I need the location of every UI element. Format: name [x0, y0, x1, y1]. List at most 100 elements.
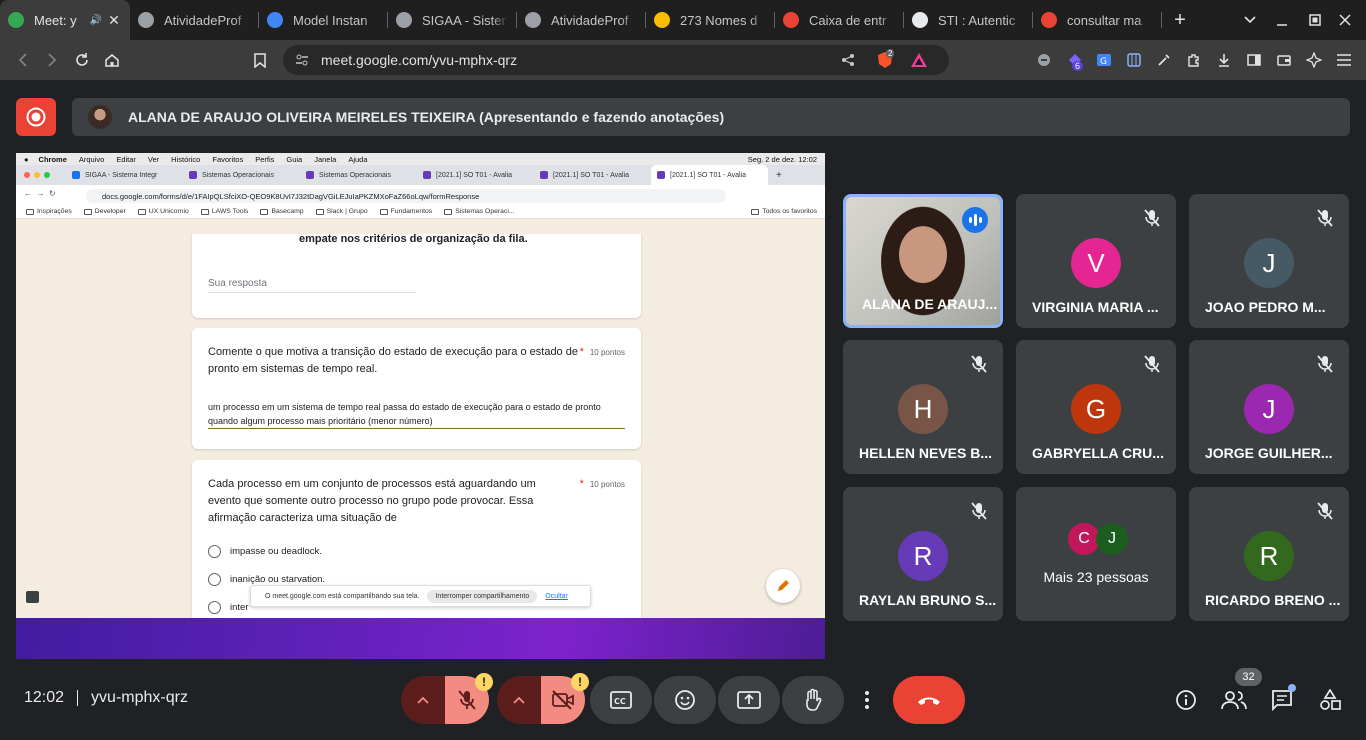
participant-tile[interactable]: R RICARDO BRENO ... [1189, 487, 1349, 621]
site-settings-icon[interactable] [295, 45, 309, 75]
participant-name: ALANA DE ARAUJ... [862, 296, 998, 312]
audio-playing-icon[interactable]: 🔊 [90, 15, 102, 26]
tab-search-icon[interactable] [1238, 0, 1262, 40]
close-tab-icon[interactable]: ✕ [106, 12, 122, 29]
folder-icon [26, 208, 34, 215]
present-screen-button[interactable] [718, 676, 780, 724]
stop-sharing-button[interactable]: Interromper compartilhamento [427, 589, 538, 603]
puzzle-icon[interactable] [1179, 45, 1209, 75]
browser-tab[interactable]: consultar ma [1033, 0, 1162, 40]
browser-tab[interactable]: Meet: y 🔊 ✕ [0, 0, 130, 40]
tab-title: SIGAA - Sister [422, 12, 506, 28]
new-tab-button[interactable]: + [1168, 0, 1192, 40]
mac-menu-item: Favoritos [212, 154, 244, 164]
recording-indicator[interactable] [16, 98, 56, 136]
meeting-details-icon[interactable] [1170, 684, 1202, 716]
browser-tab[interactable]: Caixa de entr [775, 0, 904, 40]
participant-tile[interactable]: H HELLEN NEVES B... [843, 340, 1003, 474]
mic-options-chevron-icon[interactable] [401, 676, 445, 724]
page-top-spacer [16, 219, 825, 234]
option-deadlock[interactable]: impasse ou deadlock. [208, 545, 325, 558]
maximize-button[interactable] [1303, 0, 1327, 40]
minimize-button[interactable] [1270, 0, 1294, 40]
reactions-button[interactable] [654, 676, 716, 724]
shared-tab-title: [2021.1] SO T01 - Avalia [670, 171, 747, 179]
radio-button[interactable] [208, 601, 221, 614]
grid-extension-icon[interactable] [1119, 45, 1149, 75]
back-icon[interactable] [8, 45, 38, 75]
folder-icon [379, 208, 388, 215]
chat-icon[interactable] [1266, 684, 1298, 716]
radio-button[interactable] [208, 573, 221, 586]
extension-icon[interactable] [1029, 45, 1059, 75]
participant-tile[interactable]: J JORGE GUILHER... [1189, 340, 1349, 474]
shared-tab: [2021.1] SO T01 - Avalia [651, 165, 768, 185]
share-icon[interactable] [841, 45, 855, 75]
mac-menu-item: Histórico [171, 154, 201, 164]
participant-tile[interactable]: V VIRGINIA MARIA ... [1016, 194, 1176, 328]
bookmark-label: Developer [94, 208, 126, 215]
sidebar-icon[interactable] [1239, 45, 1269, 75]
mic-warning-icon: ! [475, 673, 493, 691]
camera-options-chevron-icon[interactable] [497, 676, 541, 724]
shared-tab: Sistemas Operacionais [183, 165, 300, 185]
extension-purple-icon[interactable]: 6 [1060, 45, 1090, 75]
more-options-button[interactable] [852, 676, 882, 724]
close-window-button[interactable] [1333, 0, 1357, 40]
participant-tile[interactable]: J JOAO PEDRO M... [1189, 194, 1349, 328]
raise-hand-button[interactable] [782, 676, 844, 724]
activities-icon[interactable] [1314, 684, 1346, 716]
brave-shield-icon[interactable]: 2 [877, 45, 895, 75]
tab-title: AtividadeProf [164, 12, 242, 28]
bookmark-item: Slack | Grupo [315, 208, 368, 215]
download-icon[interactable] [1209, 45, 1239, 75]
radio-button[interactable] [208, 545, 221, 558]
participant-tile[interactable]: ALANA DE ARAUJ... [843, 194, 1003, 328]
browser-tab[interactable]: AtividadeProf [517, 0, 646, 40]
bookmark-icon[interactable] [245, 45, 275, 75]
address-bar[interactable]: meet.google.com/yvu-mphx-qrz 2 [283, 45, 949, 75]
annotate-pencil-icon[interactable] [766, 569, 800, 603]
eyedropper-icon[interactable] [1149, 45, 1179, 75]
participant-name: HELLEN NEVES B... [859, 445, 993, 461]
people-icon[interactable] [1218, 684, 1250, 716]
bookmark-item: UX Unicornio [137, 208, 189, 215]
bookmark-label: Inspirações [37, 208, 72, 215]
browser-tab[interactable]: Model Instan [259, 0, 388, 40]
shared-tab-title: Sistemas Operacionais [319, 171, 391, 179]
brave-rewards-icon[interactable] [910, 45, 928, 75]
question-1-answer[interactable]: um processo em um sistema de tempo real … [208, 400, 625, 429]
mic-muted-icon [1313, 206, 1337, 230]
mic-muted-icon [1313, 352, 1337, 376]
meeting-code[interactable]: yvu-mphx-qrz [91, 689, 188, 707]
bookmark-label: Fundamentos [390, 208, 433, 215]
wallet-icon[interactable] [1269, 45, 1299, 75]
more-people-tile[interactable]: C J Mais 23 pessoas [1016, 487, 1176, 621]
tab-title: 273 Nomes d [680, 12, 758, 28]
browser-tab[interactable]: STI : Autentic [904, 0, 1033, 40]
browser-tab[interactable]: SIGAA - Sister [388, 0, 517, 40]
bookmark-label: Slack | Grupo [326, 208, 368, 215]
captions-button[interactable]: CC [590, 676, 652, 724]
forward-icon[interactable] [37, 45, 67, 75]
shared-address-area: ← → ↻ docs.google.com/forms/d/e/1FAIpQLS… [16, 185, 825, 219]
browser-tab[interactable]: AtividadeProf [130, 0, 259, 40]
browser-tab[interactable]: 273 Nomes d [646, 0, 775, 40]
reload-icon[interactable] [67, 45, 97, 75]
form-favicon-icon [540, 171, 548, 179]
question-2-points-label: 10 pontos [589, 480, 625, 489]
mac-menu-item: Perfis [255, 154, 275, 164]
participant-tile[interactable]: R RAYLAN BRUNO S... [843, 487, 1003, 621]
sparkle-icon[interactable] [1299, 45, 1329, 75]
home-icon[interactable] [97, 45, 127, 75]
prev-question-tail: empate nos critérios de organização da f… [299, 234, 528, 245]
form-favicon-icon [657, 171, 665, 179]
menu-icon[interactable] [1329, 45, 1359, 75]
leave-call-button[interactable] [893, 676, 965, 724]
hide-notice-link[interactable]: Ocultar [545, 593, 568, 600]
translate-icon[interactable]: G [1089, 45, 1119, 75]
mac-menu-item: Ver [147, 154, 160, 164]
meeting-info: 12:02 yvu-mphx-qrz [24, 689, 188, 707]
participant-avatar: R [1244, 531, 1294, 581]
participant-tile[interactable]: G GABRYELLA CRU... [1016, 340, 1176, 474]
